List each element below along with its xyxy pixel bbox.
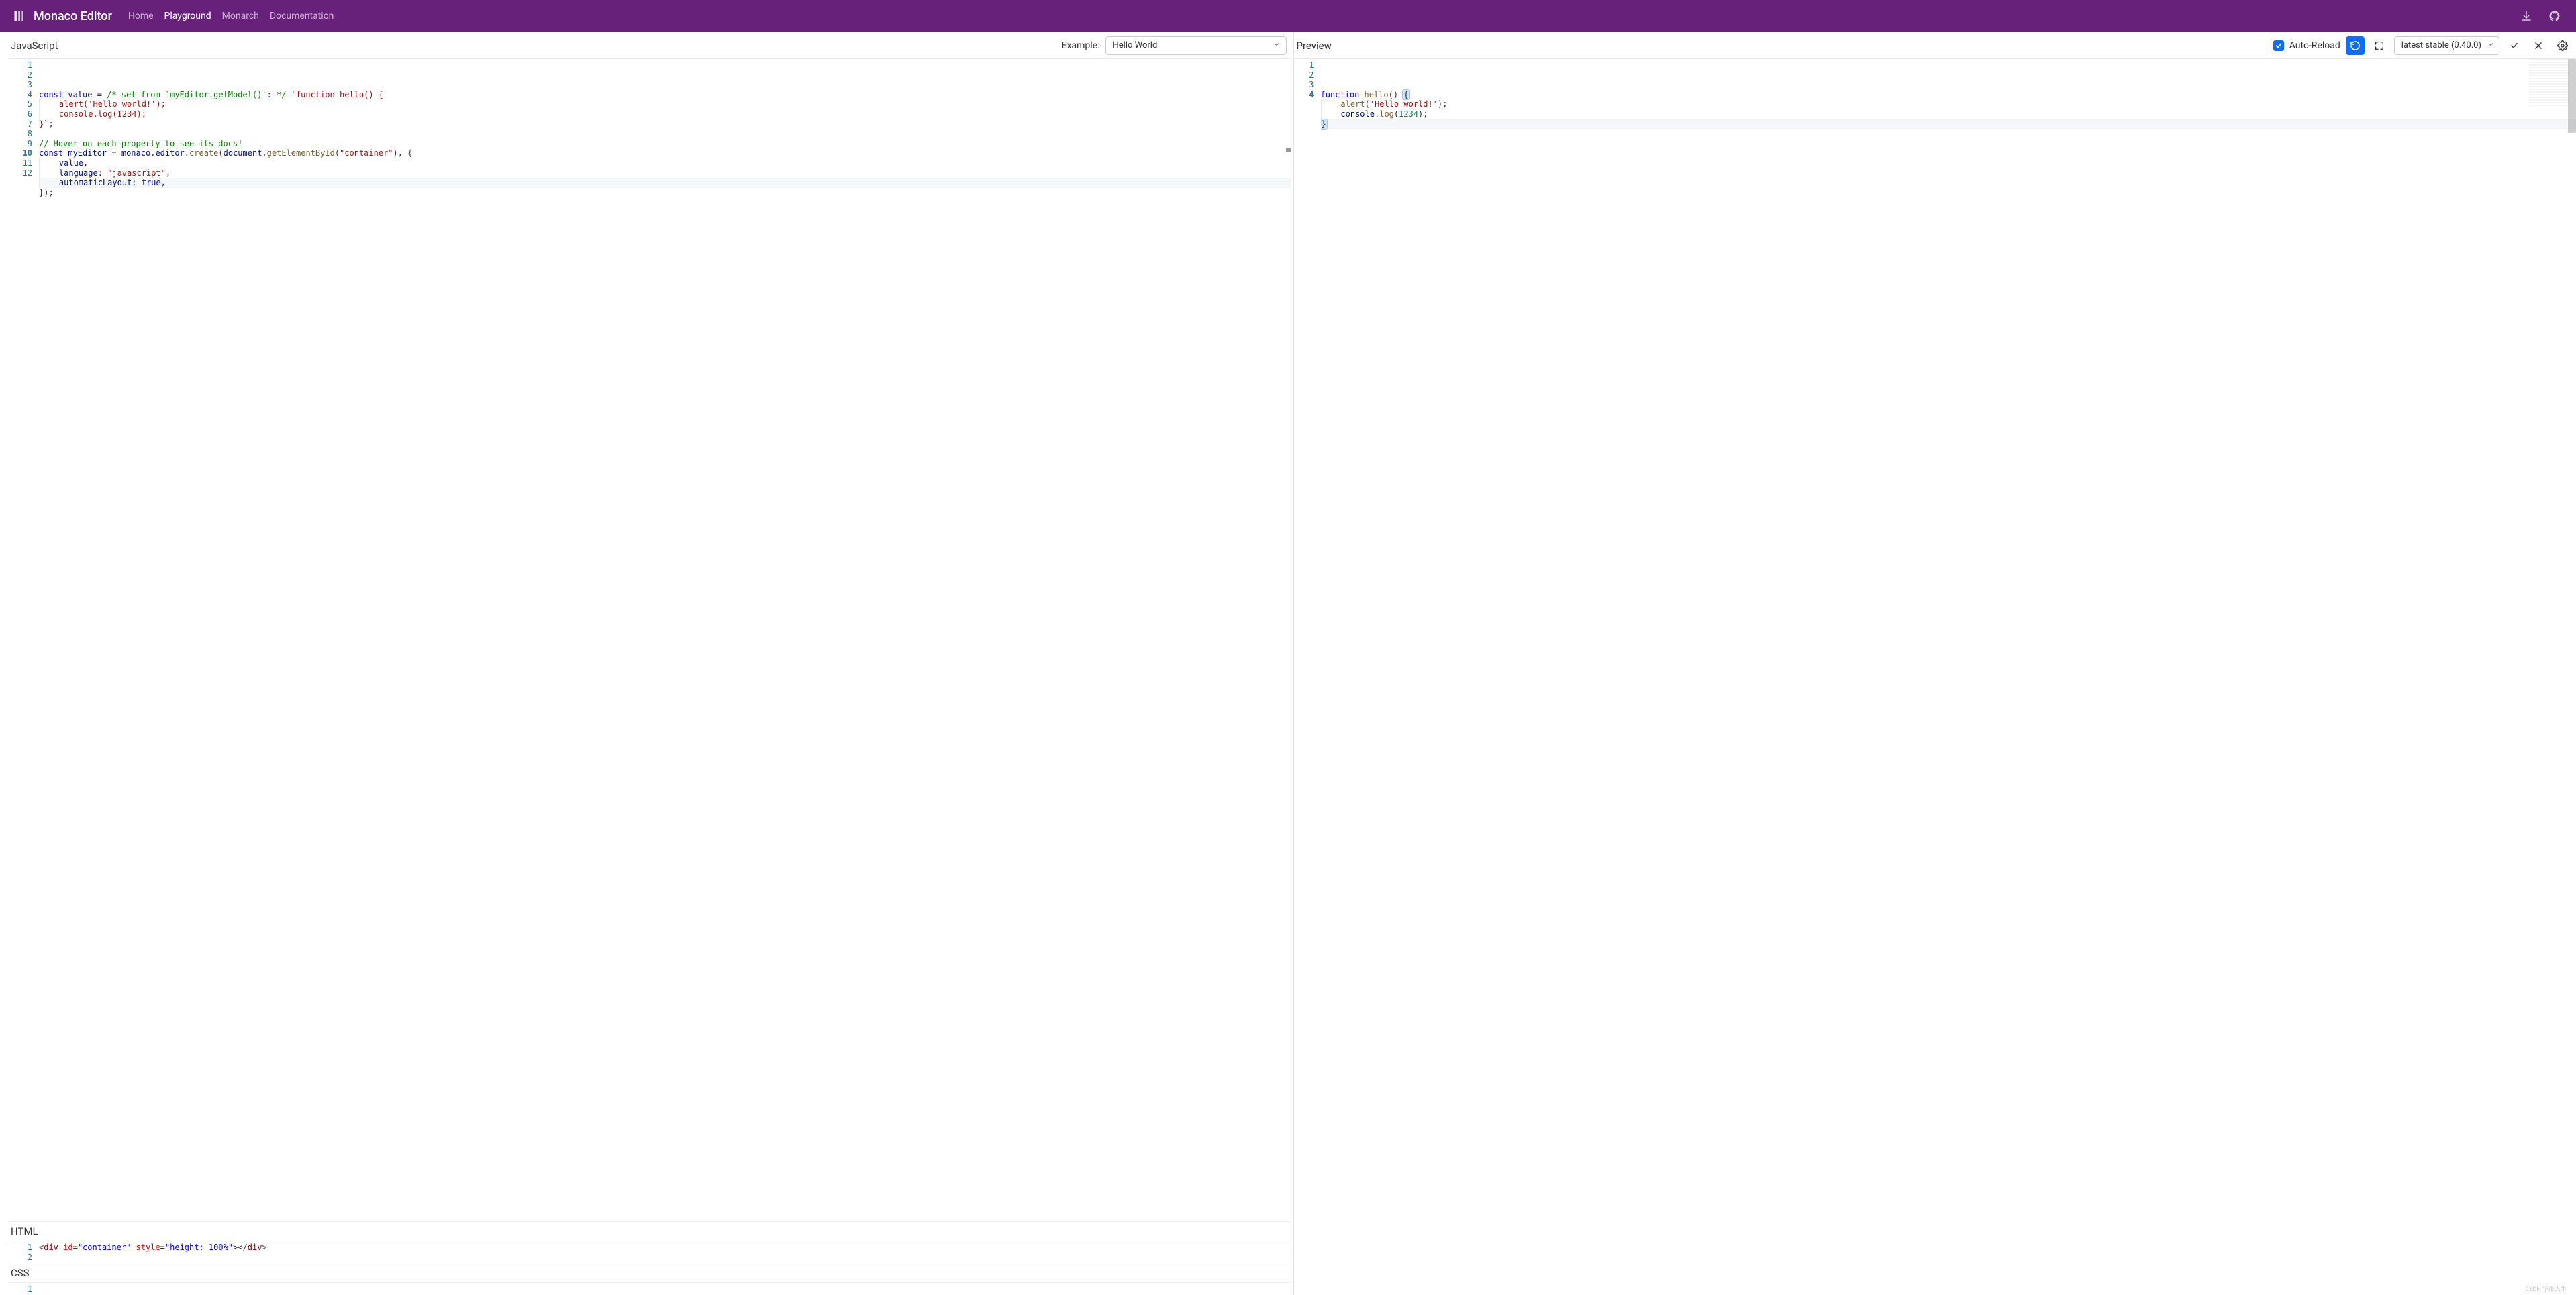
line-number: 6	[8, 109, 32, 119]
css-title: CSS	[11, 1267, 30, 1279]
js-editor[interactable]: 123456789101112 const value = /* set fro…	[8, 59, 1291, 1221]
line-number: 1	[1294, 60, 1314, 70]
logo-icon	[12, 9, 27, 23]
line-number: 12	[8, 168, 32, 178]
code-line[interactable]: alert('Hello world!');	[1321, 99, 2576, 109]
code-line[interactable]: const value = /* set from `myEditor.getM…	[39, 90, 1291, 100]
chevron-down-icon	[1273, 40, 1281, 51]
code-line[interactable]: function hello() {	[1321, 90, 2576, 100]
preview-scrollbar[interactable]	[2567, 59, 2576, 1295]
line-number: 2	[8, 1253, 32, 1263]
right-pane: Preview Auto-Reload latest stable (0.40.…	[1294, 32, 2576, 1295]
fullscreen-button[interactable]	[2370, 36, 2389, 55]
css-editor[interactable]: 1	[8, 1283, 1291, 1295]
download-icon[interactable]	[2517, 7, 2536, 25]
code-line[interactable]: }	[1321, 119, 2576, 130]
line-number: 3	[1294, 80, 1314, 90]
left-pane: JavaScript Example: Hello World 12345678…	[0, 32, 1294, 1295]
auto-reload-label: Auto-Reload	[2289, 40, 2340, 51]
settings-button[interactable]	[2553, 36, 2572, 55]
code-line[interactable]	[39, 1253, 1291, 1263]
top-nav: Home Playground Monarch Documentation	[128, 11, 334, 21]
code-line[interactable]: }`;	[39, 119, 1291, 130]
brand-title: Monaco Editor	[34, 9, 112, 23]
line-number: 10	[8, 148, 32, 158]
code-line[interactable]: console.log(1234);	[1321, 109, 2576, 119]
example-select[interactable]: Hello World	[1105, 36, 1287, 55]
preview-code[interactable]: function hello() { alert('Hello world!')…	[1321, 59, 2576, 1295]
js-pane-header: JavaScript Example: Hello World	[8, 32, 1291, 59]
watermark: CSDN 华维大牛	[2525, 1284, 2567, 1293]
html-title: HTML	[11, 1225, 38, 1237]
auto-reload-checkbox[interactable]	[2273, 40, 2284, 51]
chevron-down-icon	[2487, 40, 2495, 51]
line-number: 8	[8, 129, 32, 139]
code-line[interactable]	[39, 129, 1291, 139]
code-line[interactable]: console.log(1234);	[39, 109, 1291, 119]
html-section-header: HTML	[8, 1221, 1291, 1241]
code-line[interactable]: const myEditor = monaco.editor.create(do…	[39, 148, 1291, 158]
code-line[interactable]	[39, 1284, 1291, 1294]
js-code[interactable]: const value = /* set from `myEditor.getM…	[39, 59, 1291, 1221]
line-number: 1	[8, 60, 32, 70]
code-line[interactable]: alert('Hello world!');	[39, 99, 1291, 109]
overview-ruler-mark	[1286, 148, 1291, 152]
nav-playground[interactable]: Playground	[164, 11, 211, 21]
css-code[interactable]	[39, 1283, 1291, 1295]
line-number: 9	[8, 139, 32, 149]
code-line[interactable]: value,	[39, 158, 1291, 168]
code-line[interactable]	[39, 197, 1291, 207]
preview-gutter: 1234	[1294, 59, 1321, 1295]
html-gutter: 12	[8, 1241, 39, 1263]
line-number: 3	[8, 80, 32, 90]
css-section-header: CSS	[8, 1263, 1291, 1283]
js-title: JavaScript	[11, 40, 58, 52]
line-number: 2	[8, 70, 32, 81]
close-button[interactable]	[2529, 36, 2548, 55]
css-gutter: 1	[8, 1283, 39, 1295]
line-number: 7	[8, 119, 32, 130]
html-editor[interactable]: 12 <div id="container" style="height: 10…	[8, 1241, 1291, 1263]
nav-home[interactable]: Home	[128, 11, 154, 21]
line-number: 4	[1294, 90, 1314, 100]
main-area: JavaScript Example: Hello World 12345678…	[0, 32, 2576, 1295]
line-number: 2	[1294, 70, 1314, 81]
line-number: 5	[8, 99, 32, 109]
preview-pane-header: Preview Auto-Reload latest stable (0.40.…	[1294, 32, 2576, 59]
example-label: Example:	[1062, 40, 1100, 51]
line-number: 1	[8, 1284, 32, 1294]
html-code[interactable]: <div id="container" style="height: 100%"…	[39, 1241, 1291, 1263]
check-button[interactable]	[2505, 36, 2524, 55]
version-select[interactable]: latest stable (0.40.0)	[2394, 36, 2499, 55]
line-number: 11	[8, 158, 32, 168]
scrollbar-thumb[interactable]	[2568, 59, 2576, 133]
code-line[interactable]: automaticLayout: true,	[39, 178, 1291, 188]
line-number: 1	[8, 1243, 32, 1253]
code-line[interactable]: language: "javascript",	[39, 168, 1291, 178]
nav-documentation[interactable]: Documentation	[270, 11, 334, 21]
code-line[interactable]: <div id="container" style="height: 100%"…	[39, 1243, 1291, 1253]
app-header: Monaco Editor Home Playground Monarch Do…	[0, 0, 2576, 32]
preview-editor[interactable]: 1234 function hello() { alert('Hello wor…	[1294, 59, 2576, 1295]
reload-button[interactable]	[2346, 36, 2365, 55]
nav-monarch[interactable]: Monarch	[222, 11, 259, 21]
version-select-value: latest stable (0.40.0)	[2401, 40, 2481, 50]
example-select-value: Hello World	[1113, 40, 1158, 50]
code-line[interactable]: });	[39, 188, 1291, 198]
line-number: 4	[8, 90, 32, 100]
preview-title: Preview	[1297, 40, 1332, 52]
code-line[interactable]: // Hover on each property to see its doc…	[39, 139, 1291, 149]
js-gutter: 123456789101112	[8, 59, 39, 1221]
github-icon[interactable]	[2545, 7, 2564, 25]
